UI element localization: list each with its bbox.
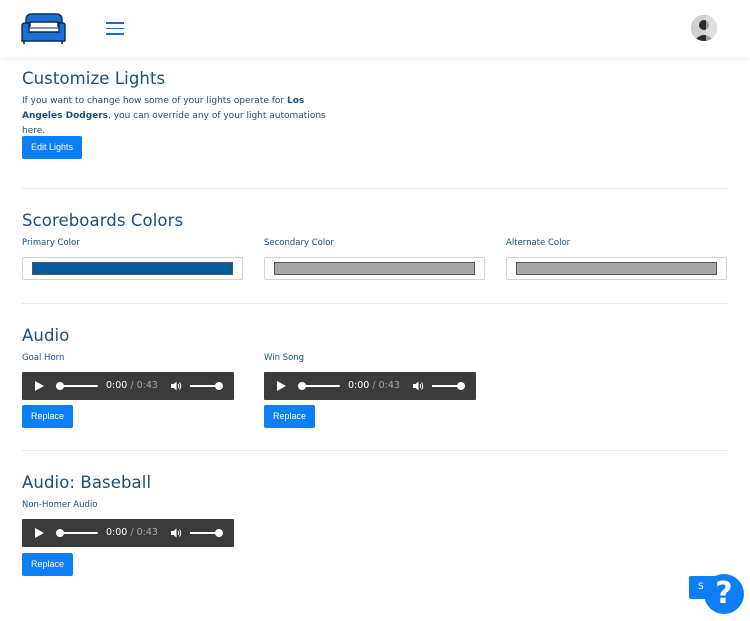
seek-bar[interactable]: [58, 385, 98, 387]
couch-icon[interactable]: [20, 10, 66, 46]
seek-handle[interactable]: [56, 382, 64, 390]
volume-icon[interactable]: [412, 380, 424, 392]
customize-lights-description: If you want to change how some of your l…: [22, 96, 326, 136]
volume-icon[interactable]: [170, 380, 182, 392]
seek-handle[interactable]: [298, 382, 306, 390]
time-readout: 0:00 / 0:43: [106, 527, 158, 538]
primary-color-label: Primary Color: [22, 238, 80, 248]
divider: [22, 303, 728, 304]
customize-lights-description-wrap: If you want to change how some of your l…: [22, 94, 342, 139]
alternate-color-label: Alternate Color: [506, 238, 571, 248]
time-readout: 0:00 / 0:43: [106, 380, 158, 391]
audio-baseball-title: Audio: Baseball: [22, 473, 152, 492]
seek-bar[interactable]: [58, 532, 98, 534]
replace-non-homer-audio-button[interactable]: Replace: [22, 553, 74, 576]
replace-win-song-button[interactable]: Replace: [264, 405, 316, 428]
volume-icon[interactable]: [170, 527, 182, 539]
play-icon[interactable]: [277, 381, 286, 391]
win-song-audio-player: 0:00 / 0:43: [264, 372, 476, 400]
secondary-color-swatch: [274, 262, 475, 275]
win-song-label: Win Song: [264, 353, 305, 363]
replace-goal-horn-button[interactable]: Replace: [22, 405, 74, 428]
goal-horn-audio-player: 0:00 / 0:43: [22, 372, 234, 400]
alternate-color-picker[interactable]: [506, 257, 727, 280]
secondary-color-picker[interactable]: [264, 257, 485, 280]
divider: [22, 188, 728, 189]
hamburger-menu-icon[interactable]: [106, 20, 126, 36]
non-homer-audio-player: 0:00 / 0:43: [22, 519, 234, 547]
audio-title: Audio: [22, 326, 70, 345]
scoreboards-colors-title: Scoreboards Colors: [22, 211, 184, 230]
customize-lights-section: Customize Lights: [22, 69, 165, 88]
user-avatar[interactable]: [691, 15, 717, 41]
non-homer-audio-label: Non-Homer Audio: [22, 500, 98, 510]
primary-color-picker[interactable]: [22, 257, 243, 280]
customize-lights-title: Customize Lights: [22, 69, 166, 88]
volume-handle[interactable]: [215, 529, 223, 537]
seek-bar[interactable]: [300, 385, 340, 387]
volume-handle[interactable]: [457, 382, 465, 390]
time-readout: 0:00 / 0:43: [348, 380, 400, 391]
divider: [22, 450, 728, 451]
alternate-color-swatch: [516, 262, 717, 275]
play-icon[interactable]: [35, 528, 44, 538]
help-icon[interactable]: ?: [704, 574, 744, 614]
goal-horn-label: Goal Horn: [22, 353, 65, 363]
secondary-color-label: Secondary Color: [264, 238, 334, 248]
volume-handle[interactable]: [215, 382, 223, 390]
edit-lights-button[interactable]: Edit Lights: [22, 136, 83, 159]
top-navbar: [0, 0, 750, 57]
seek-handle[interactable]: [56, 529, 64, 537]
primary-color-swatch: [32, 262, 233, 275]
play-icon[interactable]: [35, 381, 44, 391]
